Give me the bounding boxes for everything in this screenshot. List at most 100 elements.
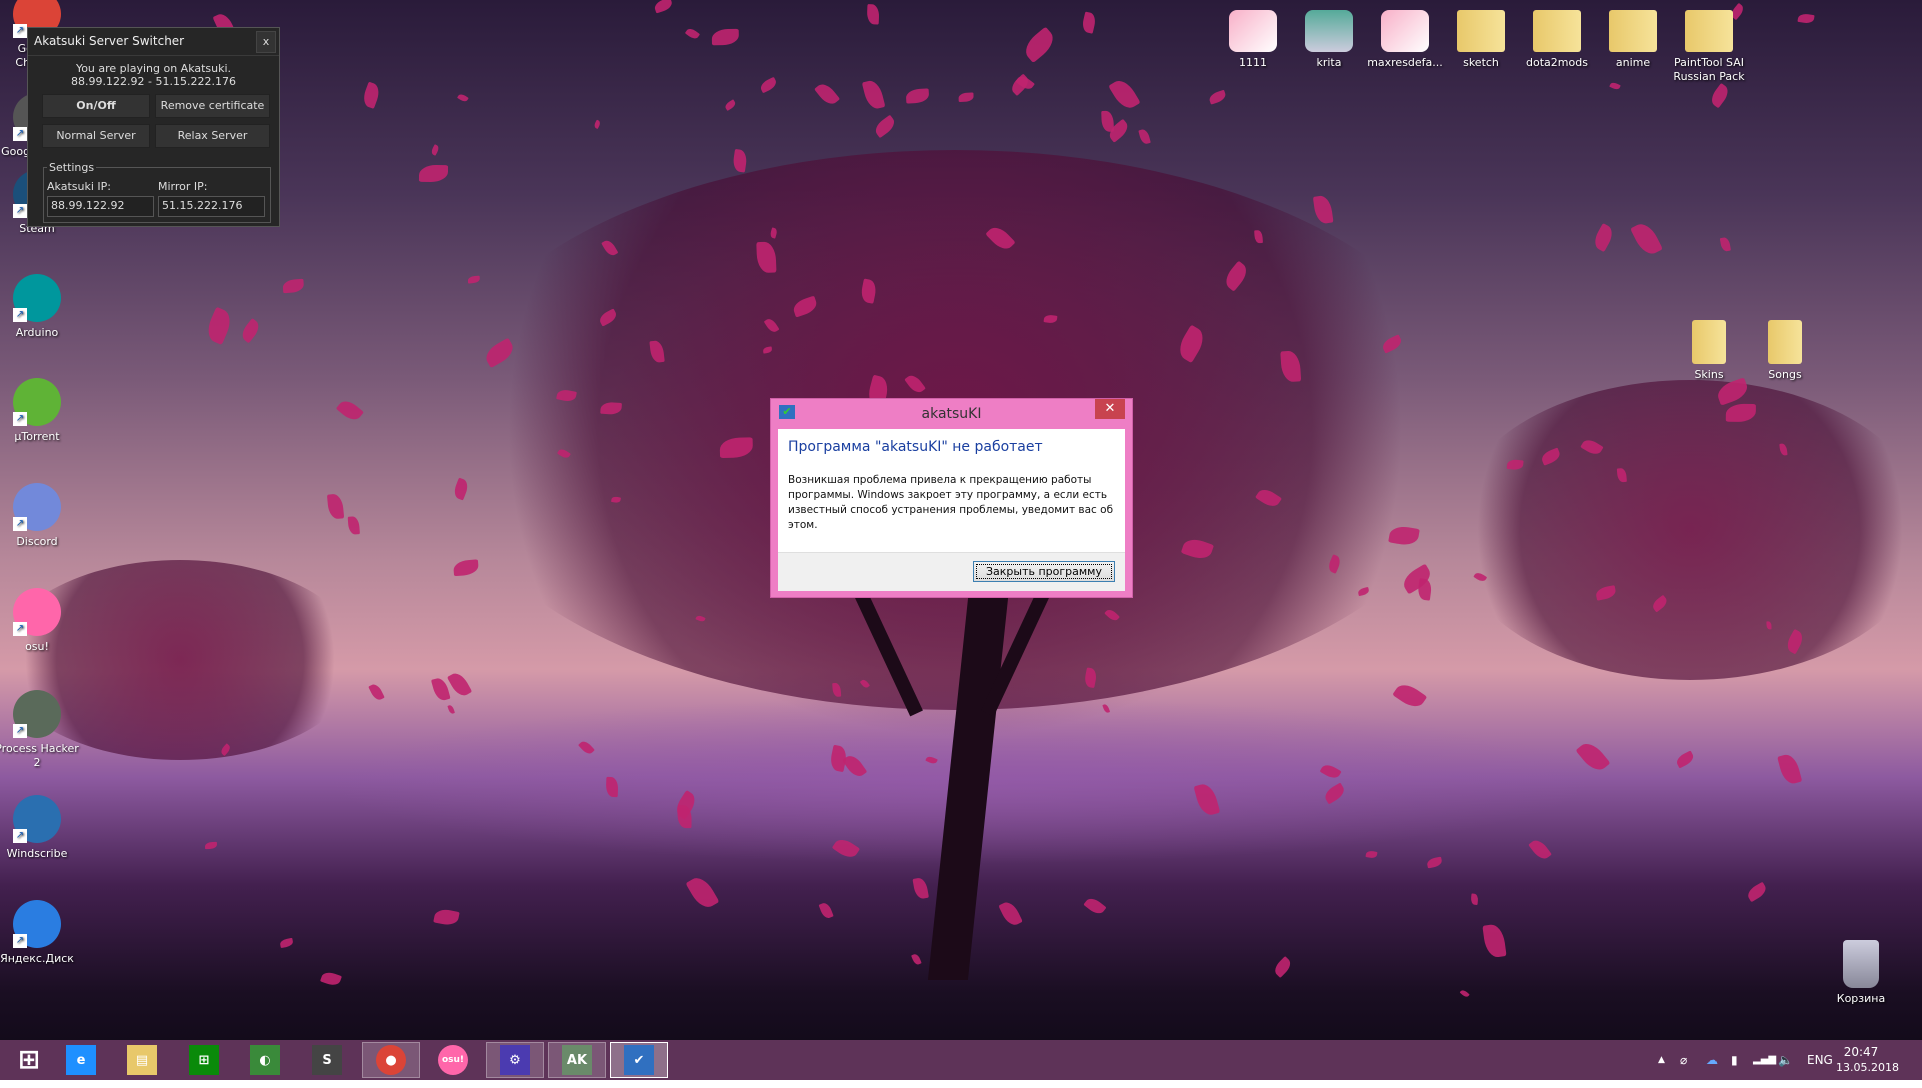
desktop-icon--torrent[interactable]: ↗ µTorrent (0, 378, 79, 444)
petal-decoration (457, 92, 470, 103)
desktop-icon-arduino[interactable]: ↗ Arduino (0, 274, 79, 340)
taskbar-internet-explorer-button[interactable]: e (52, 1042, 110, 1078)
petal-decoration (685, 873, 719, 912)
desktop-icon-process-hacker-2[interactable]: ↗ Process Hacker 2 (0, 690, 79, 770)
desktop-icon-discord[interactable]: ↗ Discord (0, 483, 79, 549)
desktop-icon-anime[interactable]: anime (1591, 10, 1675, 70)
petal-decoration (577, 738, 595, 756)
shortcut-arrow-icon: ↗ (13, 517, 27, 531)
desktop-icon-skins[interactable]: Skins (1667, 320, 1751, 382)
petal-decoration (447, 704, 456, 715)
desktop-icon-krita[interactable]: krita (1287, 10, 1371, 70)
taskbar-start-button[interactable]: ⊞ (0, 1042, 58, 1078)
desktop-icon-painttool-sai-russian-pack[interactable]: PaintTool SAI Russian Pack (1667, 10, 1751, 84)
akatsuki-ip-field[interactable]: 88.99.122.92 (47, 196, 154, 217)
app-icon: ↗ (13, 795, 61, 843)
petal-decoration (282, 278, 305, 293)
paint-tool-icon: ◐ (250, 1045, 280, 1075)
taskbar-osu-button[interactable]: osu! (424, 1042, 482, 1078)
start-icon: ⊞ (18, 1045, 40, 1075)
dialog-close-button[interactable]: ✕ (1095, 399, 1125, 419)
dialog-message: Возникшая проблема привела к прекращению… (788, 474, 1114, 531)
petal-decoration (418, 164, 448, 182)
petal-decoration (958, 92, 974, 102)
switcher-close-button[interactable]: x (256, 31, 276, 53)
taskbar-paint-tool-button[interactable]: ◐ (236, 1042, 294, 1078)
petal-decoration (911, 952, 922, 966)
store-icon: ⊞ (189, 1045, 219, 1075)
cloud-upload-icon[interactable]: ☁ (1706, 1040, 1718, 1080)
petal-decoration (1608, 81, 1621, 91)
mirror-ip-field[interactable]: 51.15.222.176 (158, 196, 265, 217)
desktop-icon-label: Корзина (1836, 992, 1886, 1005)
desktop-icon-яндекс-диск[interactable]: ↗ Яндекс.Диск (0, 900, 79, 966)
shortcut-arrow-icon: ↗ (13, 412, 27, 426)
petal-decoration (998, 899, 1024, 929)
switcher-title: Akatsuki Server Switcher (28, 28, 279, 56)
petal-decoration (336, 397, 365, 424)
petal-decoration (867, 4, 881, 26)
petal-decoration (1719, 236, 1731, 253)
petal-decoration (326, 492, 344, 520)
network-signal-icon[interactable]: ▂▄▆ (1753, 1040, 1776, 1080)
volume-icon[interactable]: 🔈 (1778, 1040, 1793, 1080)
error-dialog: ✔ akatsuKI ✕ Программа "akatsuKI" не раб… (770, 398, 1133, 598)
server-switcher-window: Akatsuki Server Switcher x You are playi… (27, 27, 280, 227)
taskbar-settings-button[interactable]: ⚙ (486, 1042, 544, 1078)
app-icon: ↗ (13, 274, 61, 322)
dialog-heading: Программа "akatsuKI" не работает (788, 439, 1043, 455)
settings-legend: Settings (49, 161, 95, 174)
petal-decoration (204, 841, 218, 850)
petal-decoration (832, 835, 861, 862)
file-explorer-icon: ▤ (127, 1045, 157, 1075)
desktop-icon-windscribe[interactable]: ↗ Windscribe (0, 795, 79, 861)
app-icon: ↗ (13, 378, 61, 426)
desktop-icon-recycle-bin[interactable]: Корзина (1819, 940, 1903, 1006)
language-indicator[interactable]: ENG (1807, 1040, 1833, 1080)
petal-decoration (861, 78, 886, 111)
desktop-icon-label: Discord (16, 535, 58, 548)
normal-server-button[interactable]: Normal Server (42, 124, 150, 148)
petal-decoration (828, 744, 849, 772)
petal-decoration (1319, 761, 1343, 782)
desktop-icon-dota2mods[interactable]: dota2mods (1515, 10, 1599, 70)
petal-decoration (279, 937, 294, 948)
relax-server-button[interactable]: Relax Server (155, 124, 270, 148)
petal-decoration (1708, 83, 1732, 109)
taskbar-akatsuki-button[interactable]: AK (548, 1042, 606, 1078)
clock[interactable]: 20:47 13.05.2018 (1836, 1040, 1899, 1080)
app-icon: ↗ (13, 690, 61, 738)
status-line: You are playing on Akatsuki. (75, 62, 232, 75)
desktop-icon-maxresdefa-[interactable]: maxresdefa... (1363, 10, 1447, 70)
petal-decoration (1674, 750, 1696, 769)
chrome-icon: ● (376, 1045, 406, 1075)
image-icon (1381, 10, 1429, 52)
petal-decoration (652, 0, 674, 14)
taskbar-sublime-text-button[interactable]: S (298, 1042, 356, 1078)
sublime-text-icon: S (312, 1045, 342, 1075)
petal-decoration (813, 80, 840, 109)
petal-decoration (1393, 679, 1428, 712)
petal-decoration (1108, 76, 1142, 113)
desktop-icon-songs[interactable]: Songs (1743, 320, 1827, 382)
show-hidden-icons-button[interactable]: ▲ (1658, 1040, 1665, 1080)
taskbar-store-button[interactable]: ⊞ (175, 1042, 233, 1078)
settings-icon: ⚙ (500, 1045, 530, 1075)
tray-app-icon[interactable]: ⌀ (1680, 1040, 1687, 1080)
on-off-button[interactable]: On/Off (42, 94, 150, 118)
petal-decoration (1365, 850, 1378, 859)
desktop-icon-osu-[interactable]: ↗ osu! (0, 588, 79, 654)
remove-certificate-button[interactable]: Remove certificate (155, 94, 270, 118)
taskbar-error-reporting-button[interactable]: ✔ (610, 1042, 668, 1078)
taskbar-file-explorer-button[interactable]: ▤ (113, 1042, 171, 1078)
battery-icon[interactable]: ▮ (1731, 1040, 1738, 1080)
close-program-button[interactable]: Закрыть программу (973, 561, 1115, 582)
desktop-icon-label: sketch (1463, 56, 1499, 69)
petal-decoration (1193, 781, 1221, 818)
desktop-icon-sketch[interactable]: sketch (1439, 10, 1523, 70)
desktop-icon-1111[interactable]: 1111 (1211, 10, 1295, 70)
petal-decoration (1591, 222, 1617, 253)
taskbar-chrome-button[interactable]: ● (362, 1042, 420, 1078)
petal-decoration (1575, 738, 1611, 776)
petal-decoration (1271, 955, 1294, 978)
